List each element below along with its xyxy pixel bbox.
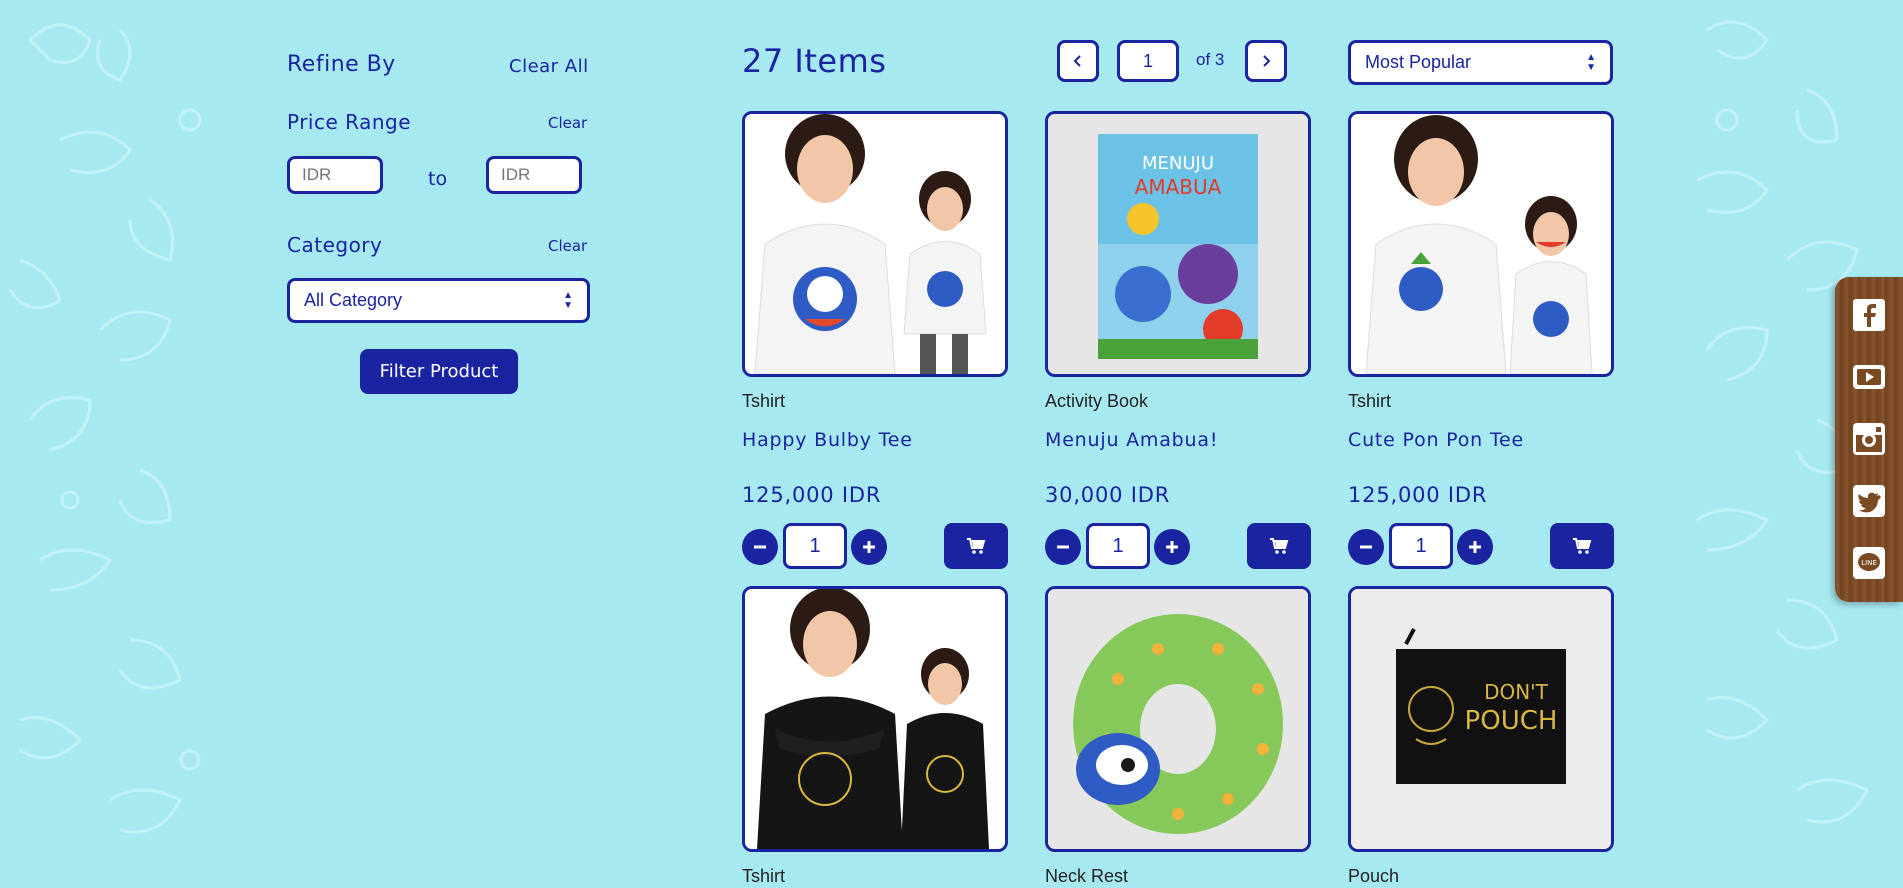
cart-icon	[1573, 538, 1592, 554]
price-min-input[interactable]	[287, 156, 383, 194]
product-category: Tshirt	[1348, 391, 1392, 411]
product-image[interactable]: MENUJU AMABUA	[1045, 111, 1311, 377]
refine-by-heading: Refine By	[287, 52, 396, 77]
product-name[interactable]: Menuju Amabua!	[1045, 429, 1311, 453]
product-card[interactable]: MENUJU AMABUA Activity Book Menuju Amabu…	[1045, 111, 1311, 569]
background-pattern-left	[0, 0, 236, 882]
black-tshirt-photo	[745, 589, 1005, 849]
clear-all-link[interactable]: Clear All	[509, 56, 589, 77]
price-to-label: to	[428, 168, 448, 190]
qty-input[interactable]: 1	[1086, 523, 1150, 569]
select-arrows-icon: ▲ ▼	[1586, 51, 1596, 73]
filter-product-button[interactable]: Filter Product	[360, 349, 518, 394]
price-range-heading: Price Range	[287, 110, 412, 134]
cart-icon	[1270, 538, 1289, 554]
product-image[interactable]	[1348, 111, 1614, 377]
qty-plus-button[interactable]	[1154, 529, 1190, 565]
product-price: 30,000 IDR	[1045, 483, 1171, 507]
chevron-left-icon	[1073, 55, 1081, 67]
product-image[interactable]	[1045, 586, 1311, 852]
activity-book-photo: MENUJU AMABUA	[1048, 114, 1308, 374]
plus-icon	[863, 541, 875, 553]
qty-plus-button[interactable]	[1457, 529, 1493, 565]
product-price: 125,000 IDR	[742, 483, 882, 507]
product-category: Pouch	[1348, 866, 1400, 886]
next-page-button[interactable]	[1245, 40, 1287, 82]
clear-category-link[interactable]: Clear	[548, 237, 587, 255]
category-select[interactable]: All Category ▲ ▼	[287, 278, 590, 323]
minus-icon	[1057, 545, 1069, 549]
page-number-input[interactable]: 1	[1117, 40, 1179, 82]
product-card[interactable]: Tshirt Cute Pon Pon Tee 125,000 IDR 1	[1348, 111, 1614, 569]
svg-text:POUCH: POUCH	[1465, 706, 1558, 736]
page-of-label: of 3	[1196, 50, 1225, 69]
product-image[interactable]	[742, 111, 1008, 377]
add-to-cart-button[interactable]	[944, 523, 1008, 569]
white-tshirt-photo	[745, 114, 1005, 374]
product-actions: 1	[1045, 523, 1311, 569]
qty-plus-button[interactable]	[851, 529, 887, 565]
product-price: 125,000 IDR	[1348, 483, 1488, 507]
white-tshirt-photo	[1351, 114, 1611, 374]
svg-text:MENUJU: MENUJU	[1142, 153, 1214, 174]
product-category: Activity Book	[1045, 391, 1149, 411]
product-card[interactable]: Tshirt	[742, 586, 1008, 888]
sort-select-value: Most Popular	[1365, 52, 1472, 72]
product-actions: 1	[742, 523, 1008, 569]
product-name[interactable]: Cute Pon Pon Tee	[1348, 429, 1614, 453]
social-bar: LINE	[1835, 277, 1903, 602]
neck-pillow-photo	[1048, 589, 1308, 849]
plus-icon	[1469, 541, 1481, 553]
facebook-icon[interactable]	[1851, 297, 1887, 333]
plus-icon	[1166, 541, 1178, 553]
select-arrows-icon: ▲ ▼	[563, 289, 573, 311]
product-name[interactable]: Happy Bulby Tee	[742, 429, 1008, 453]
line-icon[interactable]: LINE	[1851, 545, 1887, 581]
product-card[interactable]: DON'T POUCH Pouch	[1348, 586, 1614, 888]
product-card[interactable]: Tshirt Happy Bulby Tee 125,000 IDR 1	[742, 111, 1008, 569]
youtube-icon[interactable]	[1851, 359, 1887, 395]
product-category: Tshirt	[742, 866, 786, 886]
product-actions: 1	[1348, 523, 1614, 569]
twitter-icon[interactable]	[1851, 483, 1887, 519]
qty-input[interactable]: 1	[1389, 523, 1453, 569]
pouch-photo: DON'T POUCH	[1351, 589, 1611, 849]
price-max-input[interactable]	[486, 156, 582, 194]
cart-icon	[967, 538, 986, 554]
chevron-right-icon	[1263, 55, 1271, 67]
category-select-value: All Category	[304, 290, 403, 310]
category-heading: Category	[287, 233, 383, 257]
product-category: Neck Rest	[1045, 866, 1129, 886]
items-count: 27 Items	[742, 42, 887, 80]
svg-text:AMABUA: AMABUA	[1135, 175, 1222, 199]
minus-icon	[1360, 545, 1372, 549]
minus-icon	[754, 545, 766, 549]
qty-minus-button[interactable]	[1348, 529, 1384, 565]
product-image[interactable]	[742, 586, 1008, 852]
instagram-icon[interactable]	[1851, 421, 1887, 457]
product-image[interactable]: DON'T POUCH	[1348, 586, 1614, 852]
clear-price-link[interactable]: Clear	[548, 114, 587, 132]
svg-text:DON'T: DON'T	[1484, 680, 1549, 704]
svg-text:LINE: LINE	[1861, 559, 1877, 567]
sort-select[interactable]: Most Popular ▲ ▼	[1348, 40, 1613, 85]
qty-input[interactable]: 1	[783, 523, 847, 569]
prev-page-button[interactable]	[1057, 40, 1099, 82]
add-to-cart-button[interactable]	[1550, 523, 1614, 569]
product-category: Tshirt	[742, 391, 786, 411]
product-card[interactable]: Neck Rest	[1045, 586, 1311, 888]
add-to-cart-button[interactable]	[1247, 523, 1311, 569]
qty-minus-button[interactable]	[742, 529, 778, 565]
qty-minus-button[interactable]	[1045, 529, 1081, 565]
